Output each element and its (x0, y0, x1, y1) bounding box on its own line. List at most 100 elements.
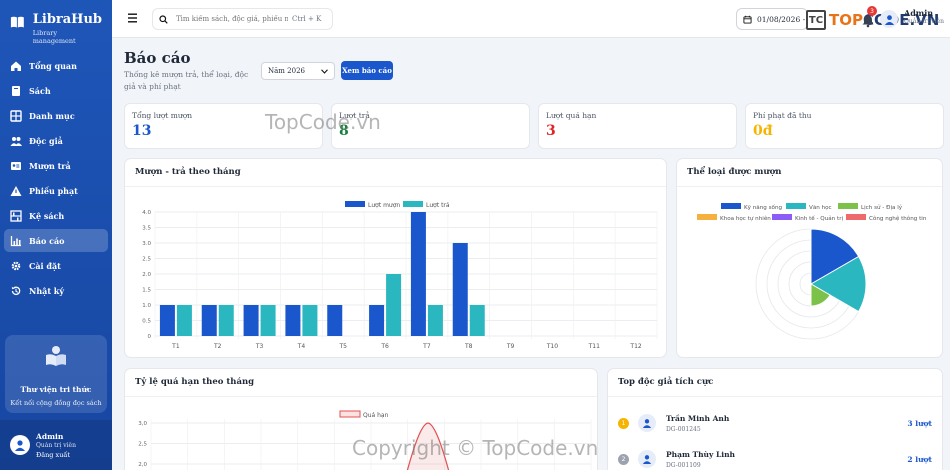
sidebar-item-label: Sách (29, 85, 51, 96)
stat-fines: Phí phạt đã thu 0đ (745, 103, 944, 149)
borrow-return-card: Mượn - trả theo tháng Lượt mượn Lượt trả 0… (124, 158, 667, 358)
y-tick-label: 2.5 (142, 257, 151, 263)
chart-icon (10, 235, 22, 247)
top-user-role: Quản trị viên (904, 18, 944, 25)
year-select[interactable]: Năm 2026 (261, 62, 335, 80)
bar-borrow (410, 212, 426, 336)
reader-count: 2 lượt (907, 454, 932, 464)
y-tick-label: 0 (148, 334, 152, 340)
x-tick-label: T11 (588, 343, 600, 350)
bar-return (176, 305, 192, 336)
chevron-down-icon (321, 68, 328, 74)
x-tick-label: T1 (171, 343, 180, 350)
sidebar-user: Admin Quản trị viên Đăng xuất (0, 420, 112, 470)
sidebar-item-label: Báo cáo (29, 235, 65, 246)
top-user-info[interactable]: Admin Quản trị viên (904, 8, 944, 25)
reader-code: DG-001109 (666, 461, 701, 469)
x-tick-label: T9 (506, 343, 515, 350)
sidebar-item-label: Nhật ký (29, 285, 64, 296)
stat-value: 0đ (753, 123, 773, 139)
sidebar-item-label: Cài đặt (29, 260, 61, 271)
top-user-avatar-icon[interactable] (880, 10, 898, 28)
topcode-logo-icon: TC (806, 10, 826, 30)
brand-subtitle: Library management (32, 29, 76, 45)
promo-card: Thư viện tri thức Kết nối cộng đồng đọc … (5, 335, 107, 413)
sidebar-item-3[interactable]: Độc giả (4, 129, 108, 152)
reader-count: 3 lượt (907, 418, 932, 428)
legend-label: Kỹ năng sống (744, 204, 782, 211)
date-range-picker[interactable]: 01/08/2026 - 31/08/2026 (736, 8, 808, 30)
legend-label: Kinh tế - Quản trị (795, 215, 843, 222)
legend-swatch (786, 203, 806, 209)
bell-icon (862, 15, 874, 28)
menu-icon[interactable] (127, 12, 141, 24)
notification-button[interactable]: 3 (859, 6, 879, 30)
x-tick-label: T5 (339, 343, 348, 350)
book-icon (10, 85, 22, 97)
sidebar-item-6[interactable]: Kệ sách (4, 204, 108, 227)
top-readers-card: Top độc giả tích cực 1 Trần Minh Anh DG-… (607, 368, 943, 470)
grid-icon (10, 109, 22, 122)
promo-subtitle: Kết nối cộng đồng đọc sách (10, 399, 102, 407)
sidebar-item-label: Phiếu phạt (29, 185, 78, 196)
x-tick-label: T4 (297, 343, 306, 350)
stat-value: 8 (339, 123, 349, 139)
y-tick-label: 3.5 (142, 226, 151, 232)
sidebar: LibraHub Library management Tổng quan Sác… (0, 0, 112, 470)
date-range-text: 01/08/2026 - 31/08/2026 (757, 14, 807, 24)
reader-row[interactable]: 2 Phạm Thùy Linh DG-001109 2 lượt (608, 442, 942, 470)
logo-text-top: TOP (829, 11, 863, 29)
reader-name: Phạm Thùy Linh (666, 449, 735, 459)
sidebar-item-label: Kệ sách (29, 210, 65, 221)
search-shortcut: Ctrl + K (292, 15, 322, 23)
legend-swatch (697, 214, 717, 220)
sidebar-item-4[interactable]: Mượn trả (4, 154, 108, 177)
sidebar-user-name: Admin (36, 431, 64, 441)
sidebar-item-2[interactable]: Danh mục (4, 104, 108, 127)
page-title: Báo cáo (124, 49, 191, 67)
search-box: Ctrl + K (152, 8, 333, 30)
bar-return (427, 305, 443, 336)
users-icon (10, 135, 22, 147)
overdue-line-chart: Quá hạn 3,0 2,5 2,0 (138, 410, 592, 470)
reader-avatar-icon (638, 414, 656, 432)
sidebar-user-role: Quản trị viên (36, 441, 76, 449)
view-report-button[interactable]: Xem báo cáo (341, 61, 393, 80)
chart-legend: Lượt mượn Lượt trả (345, 201, 450, 209)
bar-borrow (327, 305, 343, 336)
logout-link[interactable]: Đăng xuất (36, 451, 76, 459)
legend-label: Lịch sử - Địa lý (861, 204, 903, 211)
y-tick-label: 3,0 (138, 421, 147, 427)
legend-label: Lượt trả (426, 202, 450, 209)
sidebar-nav: Tổng quan Sách Danh mục Độc giả Mượn trả Phiế… (0, 54, 112, 302)
bar-return (260, 305, 276, 336)
stat-overdue: Lượt quá hạn 3 (538, 103, 737, 149)
brand[interactable]: LibraHub Library management (0, 0, 112, 52)
sidebar-item-9[interactable]: Nhật ký (4, 279, 108, 302)
topbar: Ctrl + K 01/08/2026 - 31/08/2026 TC TOPC… (112, 0, 950, 38)
user-avatar-icon (10, 435, 30, 455)
y-tick-label: 2,0 (138, 462, 147, 468)
home-icon (10, 60, 22, 72)
sidebar-item-7[interactable]: Báo cáo (4, 229, 108, 252)
sidebar-item-5[interactable]: Phiếu phạt (4, 179, 108, 202)
reader-avatar-icon (638, 450, 656, 468)
sidebar-item-0[interactable]: Tổng quan (4, 54, 108, 77)
sidebar-item-label: Mượn trả (29, 160, 71, 171)
notification-badge: 3 (867, 6, 877, 16)
x-tick-label: T7 (422, 343, 431, 350)
reader-row[interactable]: 1 Trần Minh Anh DG-001245 3 lượt (608, 406, 942, 440)
calendar-icon (743, 15, 752, 24)
overdue-rate-card: Tỷ lệ quá hạn theo tháng Quá hạn 3,0 2,5 2,… (124, 368, 598, 470)
y-tick-label: 1.0 (142, 303, 151, 309)
sidebar-item-8[interactable]: Cài đặt (4, 254, 108, 277)
card-title: Top độc giả tích cực (618, 377, 714, 387)
legend-label: Quá hạn (363, 412, 389, 419)
x-tick-label: T2 (213, 343, 222, 350)
legend-label: Văn học (809, 205, 832, 211)
bar-borrow (285, 305, 301, 336)
search-input[interactable] (176, 15, 288, 23)
sidebar-item-1[interactable]: Sách (4, 79, 108, 102)
legend-swatch (772, 214, 792, 220)
genre-polar-chart: Kỹ năng sống Văn học Lịch sử - Địa lý Khoa … (697, 203, 927, 340)
